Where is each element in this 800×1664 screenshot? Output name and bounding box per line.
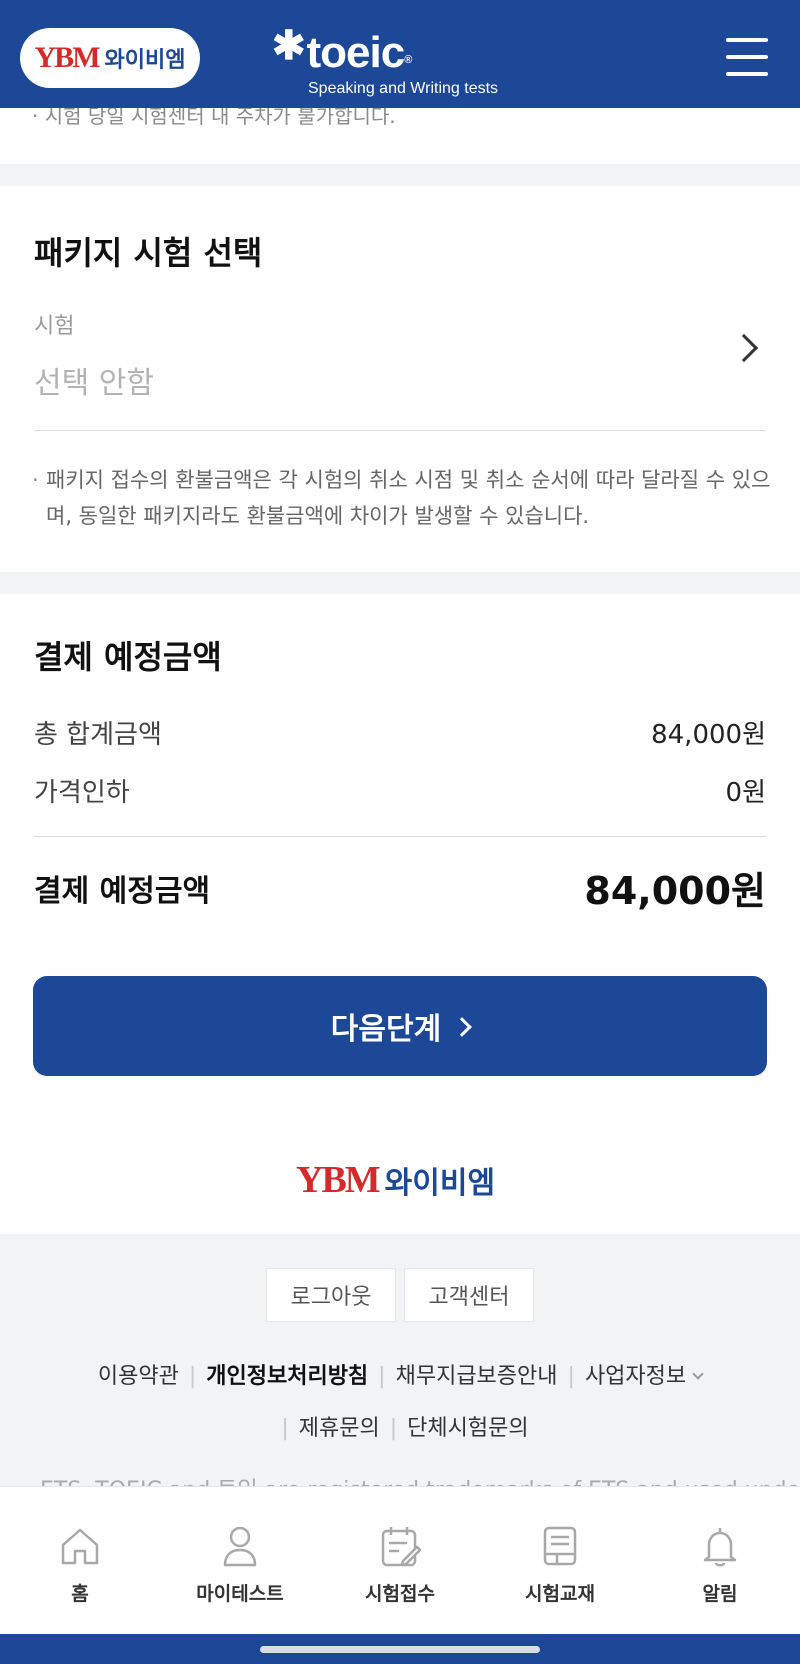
footer-links-row1: 이용약관 | 개인정보처리방침 | 채무지급보증안내 | 사업자정보 — [0, 1358, 800, 1390]
book-icon — [543, 1526, 577, 1566]
group-exam-link[interactable]: 단체시험문의 — [407, 1416, 528, 1441]
hamburger-menu-icon[interactable] — [726, 38, 770, 78]
logout-button[interactable]: 로그아웃 — [266, 1268, 396, 1322]
calendar-edit-icon — [381, 1527, 422, 1567]
chevron-down-icon — [692, 1368, 704, 1380]
system-home-area — [0, 1634, 800, 1664]
divider — [34, 836, 766, 837]
nav-mytest[interactable]: 마이테스트 — [160, 1487, 320, 1634]
nav-label: 시험교재 — [525, 1583, 595, 1605]
ybm-home-logo[interactable]: YBM 와이비엠 — [20, 28, 200, 88]
refund-notice: 패키지 접수의 환불금액은 각 시험의 취소 시점 및 취소 순서에 따라 달라… — [32, 462, 772, 534]
person-icon — [223, 1526, 257, 1567]
bottom-nav: 홈 마이테스트 시험접수 시험교재 알림 — [0, 1486, 800, 1634]
footer-ybm-logo: YBM 와이비엠 — [296, 1158, 495, 1202]
nav-label: 마이테스트 — [196, 1583, 284, 1605]
divider — [34, 430, 766, 431]
exam-field-label: 시험 — [34, 314, 75, 339]
next-step-button[interactable]: 다음단계 — [33, 976, 767, 1076]
nav-exam-register[interactable]: 시험접수 — [320, 1487, 480, 1634]
customer-center-button[interactable]: 고객센터 — [404, 1268, 534, 1322]
app-header: YBM 와이비엠 ✱toeic® Speaking and Writing te… — [0, 0, 800, 108]
section-divider — [0, 164, 800, 186]
exam-field-value: 선택 안함 — [34, 366, 154, 401]
chevron-right-icon — [452, 1017, 473, 1037]
business-info-link[interactable]: 사업자정보 — [585, 1364, 686, 1389]
partnership-link[interactable]: 제휴문의 — [299, 1416, 380, 1441]
section-divider — [0, 572, 800, 594]
privacy-policy-link[interactable]: 개인정보처리방침 — [206, 1364, 368, 1389]
nav-textbook[interactable]: 시험교재 — [480, 1487, 640, 1634]
footer-logo-mark: YBM — [296, 1159, 381, 1201]
payment-section-title: 결제 예정금액 — [34, 638, 222, 676]
terms-link[interactable]: 이용약관 — [98, 1364, 179, 1389]
discount-label: 가격인하 — [34, 778, 130, 808]
nav-notifications[interactable]: 알림 — [640, 1487, 800, 1634]
next-step-label: 다음단계 — [330, 1012, 442, 1047]
nav-label: 알림 — [702, 1583, 738, 1605]
home-icon — [61, 1528, 99, 1565]
toeic-star-icon: ✱ — [272, 24, 306, 68]
payment-guarantee-link[interactable]: 채무지급보증안내 — [396, 1364, 558, 1389]
ybm-logo-mark: YBM — [34, 41, 101, 74]
subtotal-value: 84,000원 — [651, 720, 766, 750]
toeic-logo[interactable]: ✱toeic® Speaking and Writing tests — [272, 22, 498, 98]
bell-icon — [703, 1528, 737, 1567]
ybm-logo-text: 와이비엠 — [104, 48, 186, 73]
nav-home[interactable]: 홈 — [0, 1487, 160, 1634]
nav-label: 홈 — [71, 1583, 89, 1605]
home-indicator[interactable] — [260, 1646, 540, 1653]
package-section-title: 패키지 시험 선택 — [34, 234, 263, 272]
nav-label: 시험접수 — [365, 1583, 435, 1605]
total-label: 결제 예정금액 — [34, 874, 211, 909]
discount-value: 0원 — [725, 778, 766, 808]
registered-icon: ® — [404, 54, 412, 66]
subtotal-label: 총 합계금액 — [34, 720, 162, 750]
chevron-right-icon — [729, 333, 759, 363]
footer-logo-text: 와이비엠 — [384, 1166, 496, 1201]
total-value: 84,000원 — [584, 869, 766, 913]
footer-links-row2: | 제휴문의 | 단체시험문의 — [281, 1416, 529, 1441]
toeic-subtitle: Speaking and Writing tests — [308, 80, 499, 97]
toeic-logo-text: toeic — [306, 28, 406, 77]
